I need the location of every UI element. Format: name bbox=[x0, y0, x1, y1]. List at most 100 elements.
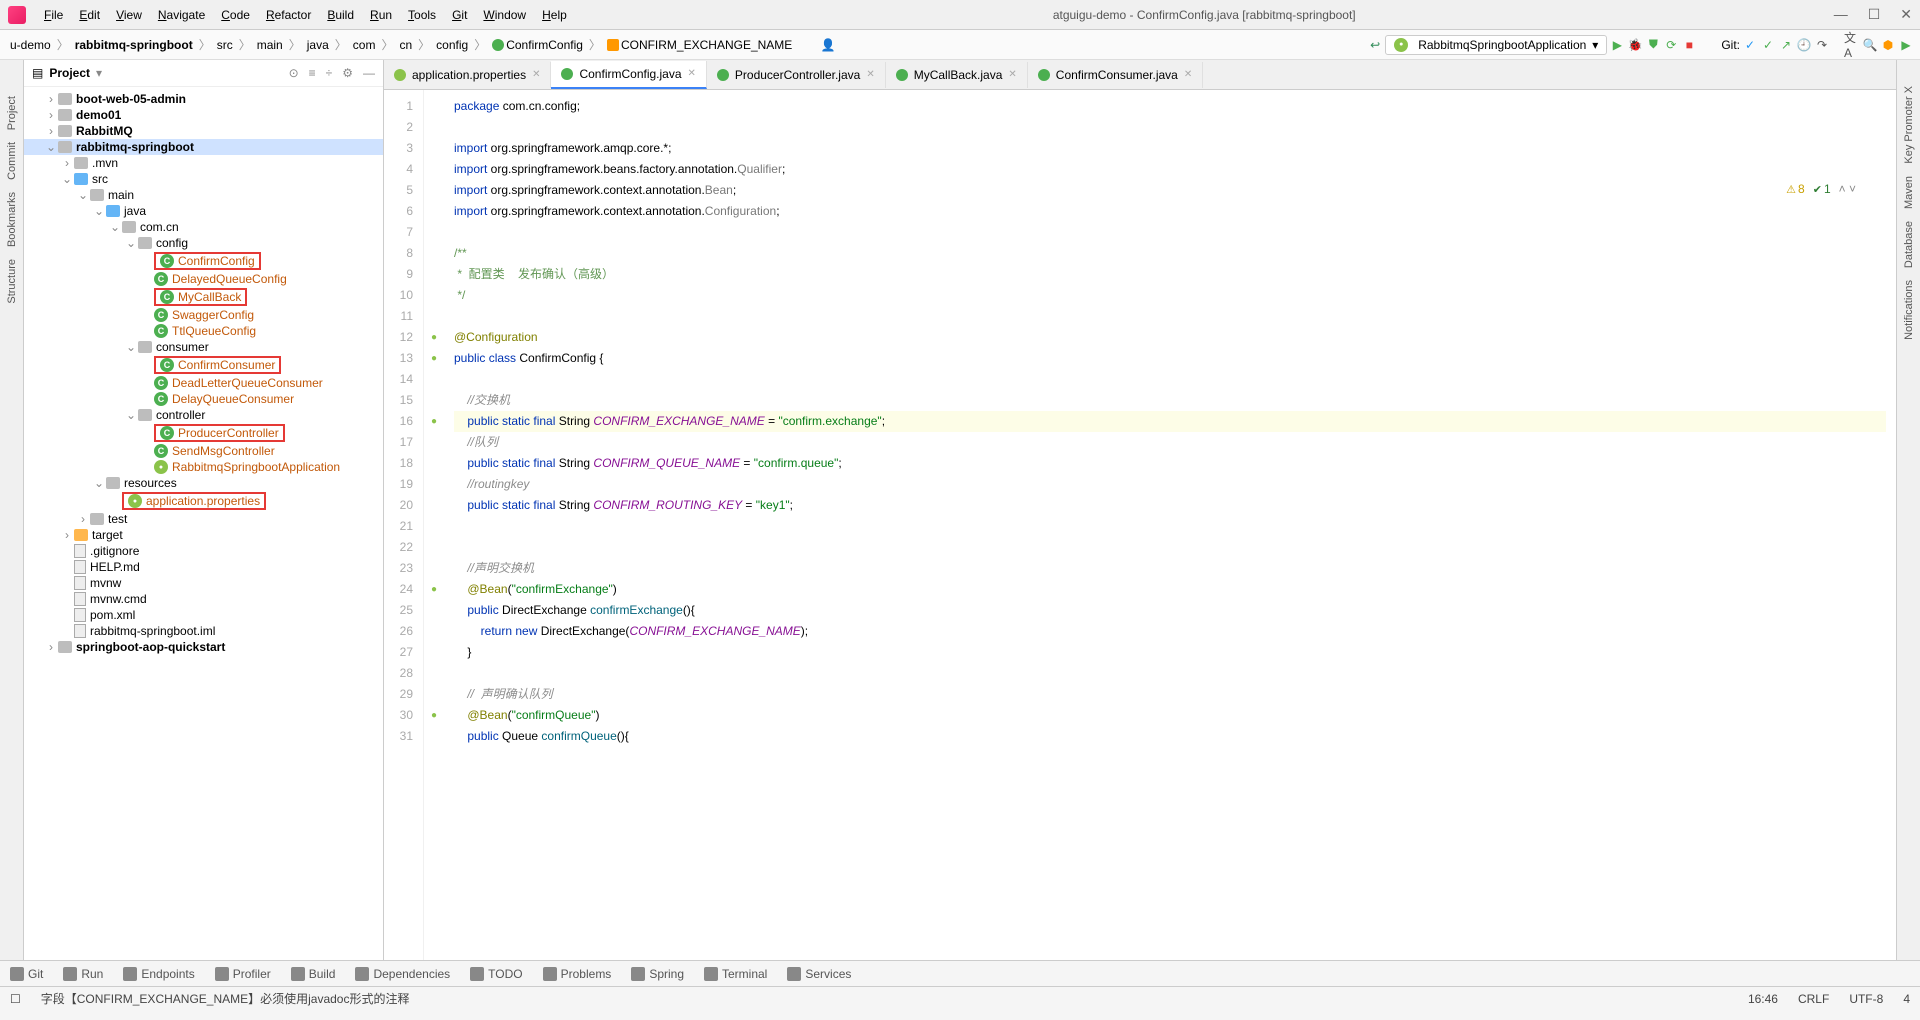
collapse-icon[interactable]: ÷ bbox=[326, 66, 333, 80]
tree-node[interactable]: SendMsgController bbox=[24, 443, 383, 459]
gear-icon[interactable]: ⚙ bbox=[342, 66, 353, 80]
bottom-tool-todo[interactable]: TODO bbox=[470, 967, 522, 981]
tree-node[interactable]: mvnw bbox=[24, 575, 383, 591]
tree-node[interactable]: ›boot-web-05-admin bbox=[24, 91, 383, 107]
tree-node[interactable]: ›RabbitMQ bbox=[24, 123, 383, 139]
tree-node[interactable]: ›.mvn bbox=[24, 155, 383, 171]
close-tab-icon[interactable]: ✕ bbox=[866, 69, 874, 80]
tool-bookmarks[interactable]: Bookmarks bbox=[6, 186, 18, 253]
tree-node[interactable]: ⌄com.cn bbox=[24, 219, 383, 235]
project-tree[interactable]: ›boot-web-05-admin›demo01›RabbitMQ⌄rabbi… bbox=[24, 87, 383, 960]
breadcrumb-item[interactable]: main bbox=[253, 36, 287, 54]
menu-edit[interactable]: Edit bbox=[71, 4, 108, 26]
tree-node[interactable]: ⌄main bbox=[24, 187, 383, 203]
menu-view[interactable]: View bbox=[108, 4, 150, 26]
status-icon[interactable]: ☐ bbox=[10, 992, 21, 1006]
breadcrumb-item[interactable]: ConfirmConfig bbox=[488, 36, 587, 54]
search-icon[interactable]: 🔍 bbox=[1862, 37, 1878, 53]
tree-node[interactable]: ⌄rabbitmq-springboot bbox=[24, 139, 383, 155]
run-config-selector[interactable]: RabbitmqSpringbootApplication ▾ bbox=[1385, 35, 1607, 55]
user-icon[interactable]: 👤 bbox=[820, 37, 836, 53]
chevron-down-icon[interactable]: ▾ bbox=[96, 66, 102, 80]
tree-node[interactable]: ›demo01 bbox=[24, 107, 383, 123]
tree-node[interactable]: .gitignore bbox=[24, 543, 383, 559]
ide-button[interactable]: ▶ bbox=[1898, 37, 1914, 53]
git-rollback-icon[interactable]: ↷ bbox=[1814, 37, 1830, 53]
profile-button[interactable]: ⟳ bbox=[1663, 37, 1679, 53]
tree-node[interactable]: TtlQueueConfig bbox=[24, 323, 383, 339]
debug-button[interactable]: 🐞 bbox=[1627, 37, 1643, 53]
tree-node[interactable]: ConfirmConfig bbox=[24, 251, 383, 271]
editor-tab[interactable]: ProducerController.java✕ bbox=[707, 62, 886, 88]
menu-code[interactable]: Code bbox=[213, 4, 258, 26]
code-editor[interactable]: 1234567891011121314151617181920212223242… bbox=[384, 90, 1896, 960]
breadcrumb-item[interactable]: u-demo bbox=[6, 36, 55, 54]
tree-node[interactable]: rabbitmq-springboot.iml bbox=[24, 623, 383, 639]
tree-node[interactable]: ›target bbox=[24, 527, 383, 543]
editor-tab[interactable]: ConfirmConfig.java✕ bbox=[551, 61, 706, 89]
hide-icon[interactable]: — bbox=[363, 66, 375, 80]
breadcrumb-item[interactable]: cn bbox=[395, 36, 416, 54]
encoding[interactable]: UTF-8 bbox=[1849, 992, 1883, 1006]
close-tab-icon[interactable]: ✕ bbox=[532, 69, 540, 80]
git-push-icon[interactable]: ↗ bbox=[1778, 37, 1794, 53]
menu-git[interactable]: Git bbox=[444, 4, 475, 26]
editor-tab[interactable]: MyCallBack.java✕ bbox=[886, 62, 1028, 88]
tree-node[interactable]: RabbitmqSpringbootApplication bbox=[24, 459, 383, 475]
maximize-button[interactable]: ☐ bbox=[1868, 6, 1881, 23]
bottom-tool-spring[interactable]: Spring bbox=[631, 967, 684, 981]
bottom-tool-services[interactable]: Services bbox=[787, 967, 851, 981]
bottom-tool-git[interactable]: Git bbox=[10, 967, 43, 981]
bottom-tool-problems[interactable]: Problems bbox=[543, 967, 612, 981]
expand-icon[interactable]: ≡ bbox=[309, 66, 316, 80]
tree-node[interactable]: SwaggerConfig bbox=[24, 307, 383, 323]
translate-icon[interactable]: 文A bbox=[1844, 37, 1860, 53]
tree-node[interactable]: pom.xml bbox=[24, 607, 383, 623]
bottom-tool-dependencies[interactable]: Dependencies bbox=[355, 967, 450, 981]
editor-tab[interactable]: ConfirmConsumer.java✕ bbox=[1028, 62, 1203, 88]
menu-navigate[interactable]: Navigate bbox=[150, 4, 213, 26]
tree-node[interactable]: DeadLetterQueueConsumer bbox=[24, 375, 383, 391]
close-tab-icon[interactable]: ✕ bbox=[1184, 69, 1192, 80]
inspection-widget[interactable]: ⚠ 8 ✔ 1 ˄ ˅ bbox=[1786, 182, 1856, 196]
bottom-tool-terminal[interactable]: Terminal bbox=[704, 967, 767, 981]
warning-badge[interactable]: ⚠ 8 bbox=[1786, 182, 1805, 196]
bottom-tool-run[interactable]: Run bbox=[63, 967, 103, 981]
tree-node[interactable]: ⌄controller bbox=[24, 407, 383, 423]
tree-node[interactable]: MyCallBack bbox=[24, 287, 383, 307]
tool-notifications[interactable]: Notifications bbox=[1903, 274, 1915, 346]
tree-node[interactable]: application.properties bbox=[24, 491, 383, 511]
tree-node[interactable]: mvnw.cmd bbox=[24, 591, 383, 607]
git-history-icon[interactable]: 🕘 bbox=[1796, 37, 1812, 53]
stop-button[interactable]: ■ bbox=[1681, 37, 1697, 53]
tree-node[interactable]: ConfirmConsumer bbox=[24, 355, 383, 375]
menu-refactor[interactable]: Refactor bbox=[258, 4, 319, 26]
tree-node[interactable]: ⌄resources bbox=[24, 475, 383, 491]
bottom-tool-endpoints[interactable]: Endpoints bbox=[123, 967, 194, 981]
breadcrumb-item[interactable]: CONFIRM_EXCHANGE_NAME bbox=[603, 36, 796, 54]
ok-badge[interactable]: ✔ 1 bbox=[1813, 182, 1831, 196]
breadcrumb-item[interactable]: rabbitmq-springboot bbox=[71, 36, 197, 54]
line-separator[interactable]: CRLF bbox=[1798, 992, 1829, 1006]
menu-run[interactable]: Run bbox=[362, 4, 400, 26]
coverage-button[interactable]: ⛊ bbox=[1645, 37, 1661, 53]
tree-node[interactable]: ›springboot-aop-quickstart bbox=[24, 639, 383, 655]
tool-project[interactable]: Project bbox=[6, 90, 18, 136]
menu-tools[interactable]: Tools bbox=[400, 4, 444, 26]
select-opened-icon[interactable]: ⊙ bbox=[289, 66, 299, 80]
menu-build[interactable]: Build bbox=[319, 4, 362, 26]
tool-commit[interactable]: Commit bbox=[6, 136, 18, 186]
tool-maven[interactable]: Maven bbox=[1903, 170, 1915, 215]
tree-node[interactable]: DelayQueueConsumer bbox=[24, 391, 383, 407]
chevron-icon[interactable]: ˄ ˅ bbox=[1839, 182, 1856, 196]
tree-node[interactable]: DelayedQueueConfig bbox=[24, 271, 383, 287]
tree-node[interactable]: ›test bbox=[24, 511, 383, 527]
close-tab-icon[interactable]: ✕ bbox=[688, 68, 696, 79]
code-content[interactable]: package com.cn.config; import org.spring… bbox=[444, 90, 1896, 960]
tree-node[interactable]: ProducerController bbox=[24, 423, 383, 443]
back-icon[interactable]: ↩ bbox=[1367, 37, 1383, 53]
menu-help[interactable]: Help bbox=[534, 4, 575, 26]
cursor-position[interactable]: 16:46 bbox=[1748, 992, 1778, 1006]
bottom-tool-profiler[interactable]: Profiler bbox=[215, 967, 271, 981]
tree-node[interactable]: HELP.md bbox=[24, 559, 383, 575]
